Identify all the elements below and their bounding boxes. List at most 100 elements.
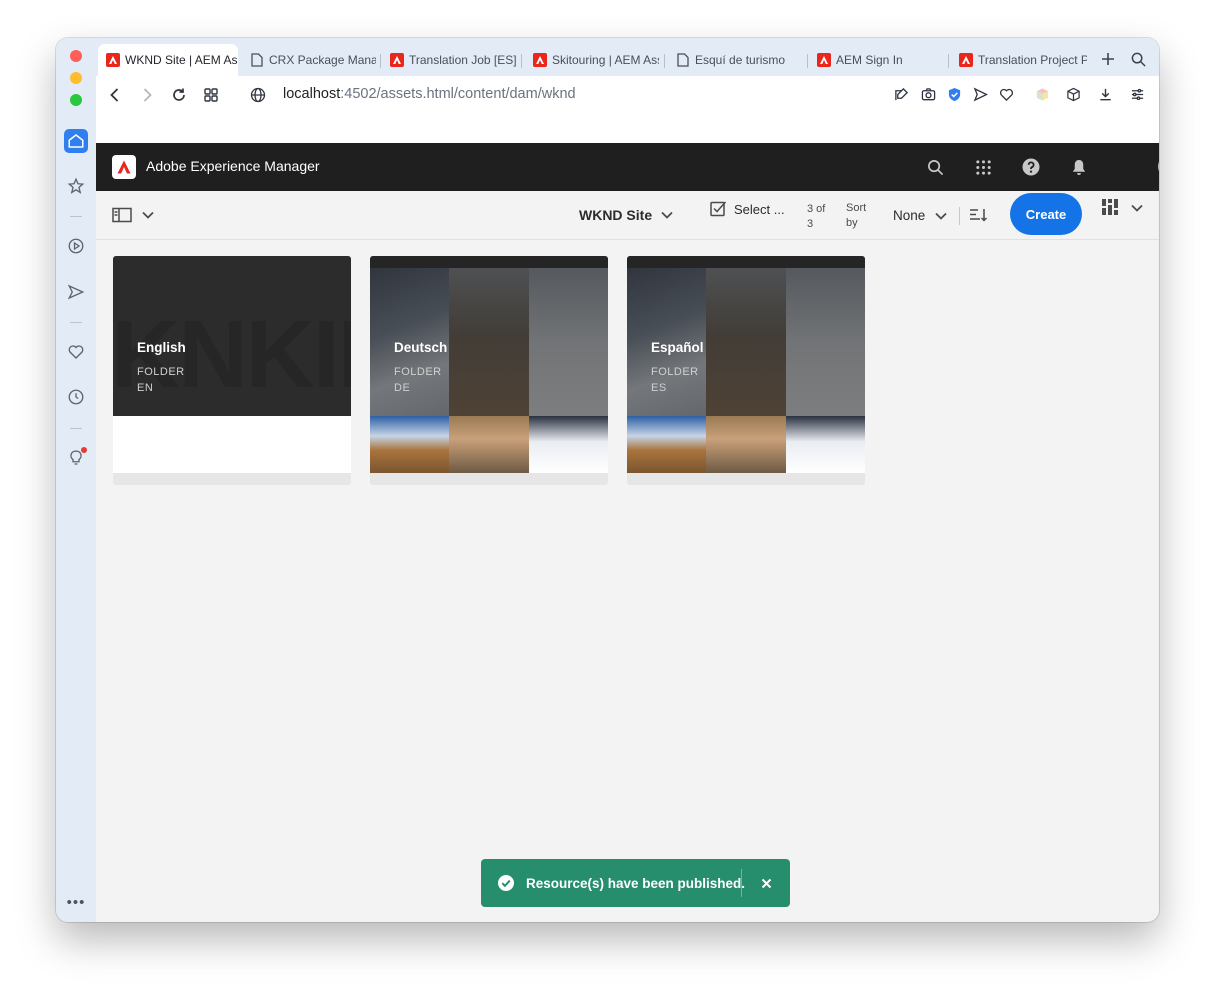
- tab-separator: [664, 54, 665, 68]
- select-checkbox-icon[interactable]: [709, 199, 727, 217]
- tab-wknd-site[interactable]: WKND Site | AEM Ass: [98, 44, 238, 76]
- send-icon[interactable]: [64, 280, 88, 304]
- sort-by-label: Sort by: [846, 202, 867, 229]
- chevron-down-icon[interactable]: [659, 207, 675, 223]
- tab-crx-package-manager[interactable]: CRX Package Manag: [242, 44, 376, 76]
- chevron-down-icon[interactable]: [1129, 201, 1145, 215]
- adobe-icon: [817, 53, 831, 67]
- cube-icon[interactable]: [1064, 85, 1082, 103]
- url-host: localhost: [283, 86, 341, 102]
- forward-icon[interactable]: [137, 85, 157, 105]
- toast-divider: [741, 869, 742, 897]
- heart-icon[interactable]: [997, 85, 1015, 103]
- chevron-down-icon[interactable]: [140, 207, 156, 223]
- tab-translation-project[interactable]: Translation Project P: [951, 44, 1087, 76]
- tab-esqui-de-turismo[interactable]: Esquí de turismo: [668, 44, 802, 76]
- search-icon[interactable]: [924, 156, 946, 178]
- tab-label: Esquí de turismo: [695, 53, 786, 67]
- adobe-icon: [959, 53, 973, 67]
- folder-title: English: [137, 340, 186, 355]
- toolbar-divider: [959, 207, 960, 225]
- new-tab-icon[interactable]: [1099, 50, 1117, 68]
- hiker-photo: [706, 416, 786, 473]
- sort-order-icon[interactable]: [968, 206, 988, 224]
- more-icon[interactable]: •••: [66, 894, 86, 911]
- extension-cube-color-icon[interactable]: [1033, 85, 1051, 103]
- shield-icon[interactable]: [945, 85, 963, 103]
- sidebar-divider: [70, 322, 82, 323]
- close-icon[interactable]: [757, 874, 775, 892]
- player-icon[interactable]: [64, 234, 88, 258]
- skier-photo: [786, 416, 865, 473]
- view-switcher-icon[interactable]: [1101, 198, 1119, 216]
- folder-language: DE: [394, 382, 411, 394]
- avatar[interactable]: [1158, 154, 1159, 179]
- tab-label: CRX Package Manag: [269, 53, 376, 67]
- url-path: :4502/assets.html/content/dam/wknd: [340, 86, 576, 102]
- notification-dot: [81, 447, 87, 453]
- camera-icon[interactable]: [919, 85, 937, 103]
- settings-sliders-icon[interactable]: [1128, 85, 1146, 103]
- folder-card-deutsch[interactable]: Deutsch FOLDER DE: [370, 256, 608, 485]
- help-icon[interactable]: [1020, 156, 1042, 178]
- download-icon[interactable]: [1096, 85, 1114, 103]
- tab-label: Skitouring | AEM Ass: [552, 53, 659, 67]
- folder-card-espanol[interactable]: Español FOLDER ES: [627, 256, 865, 485]
- adobe-logo-icon[interactable]: [112, 155, 136, 179]
- back-icon[interactable]: [105, 85, 125, 105]
- star-icon[interactable]: [64, 174, 88, 198]
- skier-photo: [529, 416, 608, 473]
- select-all-button[interactable]: Select ...: [734, 202, 785, 217]
- mountain-photo: [370, 416, 449, 473]
- minimize-window-button[interactable]: [70, 72, 82, 84]
- folder-type: FOLDER: [394, 366, 442, 378]
- bell-icon[interactable]: [1068, 156, 1090, 178]
- adobe-icon: [106, 53, 120, 67]
- home-icon[interactable]: [64, 129, 88, 153]
- success-toast: Resource(s) have been published.: [481, 859, 790, 907]
- item-count: 3 of 3: [807, 203, 826, 230]
- chevron-down-icon[interactable]: [933, 208, 949, 224]
- browser-window: ••• WKND Site | AEM Ass CRX Package Mana…: [56, 38, 1159, 922]
- tab-separator: [948, 54, 949, 68]
- adobe-icon: [390, 53, 404, 67]
- tab-label: AEM Sign In: [836, 53, 903, 67]
- folder-language: ES: [651, 382, 667, 394]
- maximize-window-button[interactable]: [70, 94, 82, 106]
- history-icon[interactable]: [64, 385, 88, 409]
- folder-card-english[interactable]: KNKIKI English FOLDER EN: [113, 256, 351, 485]
- sort-select[interactable]: None: [893, 208, 925, 223]
- sidebar-divider: [70, 428, 82, 429]
- action-bar: WKND Site Select ... 3 of 3 Sort by None…: [96, 191, 1159, 240]
- url-field[interactable]: localhost:4502/assets.html/content/dam/w…: [283, 86, 576, 102]
- document-icon: [676, 53, 690, 67]
- hiker-photo: [449, 416, 529, 473]
- create-button[interactable]: Create: [1010, 193, 1082, 235]
- folder-type: FOLDER: [137, 366, 185, 378]
- tab-skitouring[interactable]: Skitouring | AEM Ass: [525, 44, 659, 76]
- aem-header: Adobe Experience Manager: [96, 143, 1159, 191]
- reload-icon[interactable]: [169, 85, 189, 105]
- sidebar-divider: [70, 216, 82, 217]
- tab-label: Translation Job [ES]: [409, 53, 516, 67]
- app-title[interactable]: Adobe Experience Manager: [146, 158, 320, 174]
- heart-icon[interactable]: [64, 340, 88, 364]
- tab-separator: [380, 54, 381, 68]
- site-selector[interactable]: WKND Site: [579, 207, 652, 223]
- tab-grid-icon[interactable]: [201, 85, 221, 105]
- tab-separator: [807, 54, 808, 68]
- address-bar: localhost:4502/assets.html/content/dam/w…: [96, 76, 1159, 143]
- send-icon[interactable]: [971, 85, 989, 103]
- close-window-button[interactable]: [70, 50, 82, 62]
- folder-title: Deutsch: [394, 340, 448, 355]
- folder-language: EN: [137, 382, 154, 394]
- search-tabs-icon[interactable]: [1129, 50, 1147, 68]
- edit-icon[interactable]: [892, 85, 910, 103]
- tab-translation-job[interactable]: Translation Job [ES]: [382, 44, 516, 76]
- checkmark-circle-icon: [498, 875, 514, 891]
- globe-icon: [248, 85, 268, 105]
- apps-grid-icon[interactable]: [972, 156, 994, 178]
- rail-toggle-icon[interactable]: [112, 205, 132, 225]
- document-icon: [250, 53, 264, 67]
- tab-aem-sign-in[interactable]: AEM Sign In: [809, 44, 943, 76]
